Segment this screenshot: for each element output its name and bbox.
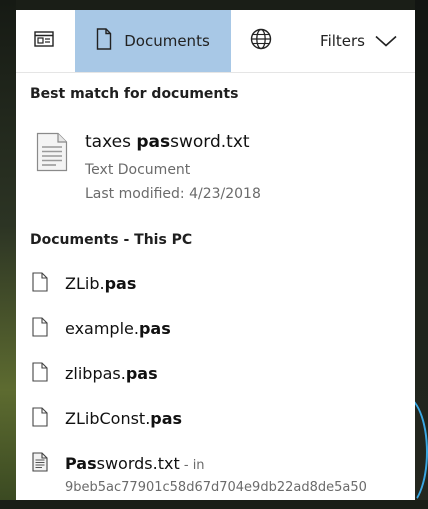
- list-item[interactable]: example.pas: [16, 307, 415, 351]
- filters-dropdown[interactable]: Filters: [320, 10, 397, 72]
- file-icon: [32, 317, 48, 341]
- document-icon: [96, 28, 112, 54]
- file-name: ZLibConst.pas: [65, 409, 183, 428]
- file-icon: [32, 272, 48, 296]
- best-match-modified: Last modified: 4/23/2018: [85, 186, 261, 202]
- best-match-result[interactable]: taxes password.txt Text Document Last mo…: [16, 120, 415, 216]
- tab-apps[interactable]: [16, 10, 72, 72]
- file-name: ZLib.pas: [65, 274, 137, 293]
- chevron-down-icon: [375, 32, 397, 51]
- tab-web[interactable]: [240, 10, 282, 72]
- tab-documents-label: Documents: [124, 32, 210, 50]
- filters-label: Filters: [320, 32, 365, 50]
- best-match-title: taxes password.txt: [85, 132, 250, 152]
- best-match-type: Text Document: [85, 162, 191, 178]
- app-window-icon: [34, 31, 54, 51]
- file-icon: [32, 362, 48, 386]
- best-match-header: Best match for documents: [30, 86, 239, 102]
- text-file-icon: [32, 452, 48, 476]
- file-name: Passwords.txt - in: [65, 454, 205, 473]
- globe-icon: [250, 28, 272, 54]
- list-item[interactable]: ZLibConst.pas: [16, 397, 415, 441]
- search-results-panel: Documents Filters Best match for documen…: [16, 10, 415, 500]
- list-item[interactable]: zlibpas.pas: [16, 352, 415, 396]
- documents-section-header: Documents - This PC: [30, 232, 193, 248]
- file-path: 9beb5ac77901c58d67d704e9db22ad8de5a50: [65, 480, 367, 495]
- list-item[interactable]: Passwords.txt - in 9beb5ac77901c58d67d70…: [16, 442, 415, 500]
- list-item[interactable]: ZLib.pas: [16, 262, 415, 306]
- tab-documents[interactable]: Documents: [75, 10, 231, 72]
- desktop-background-left: [0, 0, 16, 500]
- file-name: zlibpas.pas: [65, 364, 158, 383]
- search-scope-bar: Documents Filters: [16, 10, 415, 73]
- text-document-icon: [36, 132, 68, 176]
- file-name: example.pas: [65, 319, 171, 338]
- file-icon: [32, 407, 48, 431]
